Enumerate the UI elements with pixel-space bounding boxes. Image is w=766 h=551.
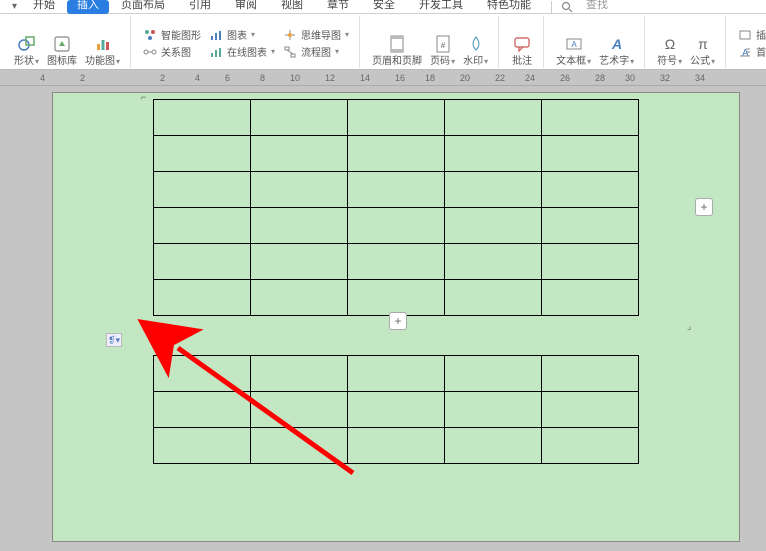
ribbon-group-charts: 智能图形 关系图 图表 在线图表 思维导图 流程图 [133, 16, 360, 68]
textbox-button[interactable]: A 文本框 [552, 18, 595, 68]
comment-label: 批注 [512, 56, 532, 68]
svg-text:A: A [742, 48, 749, 59]
tab-dev-tools[interactable]: 开发工具 [407, 0, 475, 14]
tab-insert[interactable]: 插入 [67, 0, 109, 14]
svg-text:π: π [698, 36, 708, 52]
shapes-button[interactable]: 形状 [10, 18, 43, 68]
flowchart-button[interactable]: 流程图 [283, 44, 349, 59]
insert-attachment-button[interactable]: 插入附件 [738, 27, 766, 42]
relation-icon [143, 45, 157, 59]
tab-special[interactable]: 特色功能 [475, 0, 543, 14]
separator [551, 1, 552, 13]
horizontal-ruler[interactable]: 4 2 2 4 6 8 10 12 14 16 18 20 22 24 26 2… [0, 70, 766, 86]
relation-chart-button[interactable]: 关系图 [143, 44, 201, 59]
ribbon-group-symbols: Ω 符号 π 公式 [647, 16, 726, 68]
table-row [154, 392, 639, 428]
tab-references[interactable]: 引用 [177, 0, 223, 14]
wordart-label: 艺术字 [599, 56, 634, 68]
tab-view[interactable]: 视图 [269, 0, 315, 14]
symbol-label: 符号 [657, 56, 682, 68]
table-row [154, 172, 639, 208]
svg-text:#: # [440, 41, 445, 50]
ribbon-group-attach: 插入附件 A首字下 [728, 16, 766, 68]
equation-icon: π [693, 34, 713, 54]
icon-library-icon [52, 34, 72, 54]
smart-art-button[interactable]: 智能图形 [143, 27, 201, 42]
textbox-icon: A [564, 34, 584, 54]
shapes-label: 形状 [14, 56, 39, 68]
attachment-icon [738, 28, 752, 42]
comment-button[interactable]: 批注 [507, 18, 537, 68]
ribbon-group-shapes: 形状 图标库 功能图 [4, 16, 131, 68]
equation-button[interactable]: π 公式 [686, 18, 719, 68]
document-area: ⌐ ⌟ ❡▾ [0, 86, 766, 551]
page-number-button[interactable]: # 页码 [426, 18, 459, 68]
table-1[interactable] [153, 99, 639, 316]
table-row [154, 136, 639, 172]
dropcap-button[interactable]: A首字下 [738, 44, 766, 59]
flowchart-icon [283, 45, 297, 59]
paragraph-options-button[interactable]: ❡▾ [106, 333, 122, 347]
svg-text:A: A [611, 36, 622, 52]
ribbon-insert: 形状 图标库 功能图 智能图形 关系图 图表 在线图表 思维导图 流程图 页眉和… [0, 14, 766, 70]
symbol-button[interactable]: Ω 符号 [653, 18, 686, 68]
corner-marker-tl: ⌐ [141, 92, 153, 104]
corner-marker-br: ⌟ [687, 321, 699, 333]
table-row [154, 244, 639, 280]
textbox-label: 文本框 [556, 56, 591, 68]
svg-text:A: A [571, 40, 577, 49]
online-chart-icon [209, 45, 223, 59]
watermark-button[interactable]: 水印 [459, 18, 492, 68]
menu-bar: ▾ 开始 插入 页面布局 引用 审阅 视图 章节 安全 开发工具 特色功能 查找 [0, 0, 766, 14]
tab-start[interactable]: 开始 [21, 0, 67, 14]
function-chart-icon [93, 34, 113, 54]
tab-sections[interactable]: 章节 [315, 0, 361, 14]
table-row [154, 356, 639, 392]
text-cursor [157, 329, 158, 345]
file-menu-dropdown[interactable]: ▾ [8, 1, 21, 12]
watermark-label: 水印 [463, 56, 488, 68]
tab-review[interactable]: 审阅 [223, 0, 269, 14]
header-footer-label: 页眉和页脚 [372, 56, 422, 68]
smart-art-icon [143, 28, 157, 42]
table-row [154, 428, 639, 464]
chart-button[interactable]: 图表 [209, 27, 275, 42]
watermark-icon [466, 34, 486, 54]
ribbon-group-header: 页眉和页脚 # 页码 水印 [362, 16, 499, 68]
table-add-row-handle[interactable]: + [389, 312, 407, 330]
tab-security[interactable]: 安全 [361, 0, 407, 14]
vertical-ruler[interactable] [0, 86, 16, 551]
function-chart-button[interactable]: 功能图 [81, 18, 124, 68]
mindmap-icon [283, 28, 297, 42]
chart-icon [209, 28, 223, 42]
search-input[interactable]: 查找 [574, 0, 620, 14]
table-row [154, 280, 639, 316]
table-row [154, 100, 639, 136]
mindmap-button[interactable]: 思维导图 [283, 27, 349, 42]
online-chart-button[interactable]: 在线图表 [209, 44, 275, 59]
header-footer-button[interactable]: 页眉和页脚 [368, 18, 426, 68]
svg-text:Ω: Ω [664, 36, 674, 52]
tab-page-layout[interactable]: 页面布局 [109, 0, 177, 14]
icon-library-button[interactable]: 图标库 [43, 18, 81, 68]
search-icon[interactable] [560, 0, 574, 14]
table-2[interactable] [153, 355, 639, 464]
ribbon-group-text: A 文本框 A 艺术字 [546, 16, 645, 68]
table-row [154, 208, 639, 244]
wordart-icon: A [607, 34, 627, 54]
wordart-button[interactable]: A 艺术字 [595, 18, 638, 68]
comment-icon [512, 34, 532, 54]
page-number-icon: # [433, 34, 453, 54]
shapes-icon [17, 34, 37, 54]
symbol-icon: Ω [660, 34, 680, 54]
icon-library-label: 图标库 [47, 56, 77, 68]
table-add-column-handle[interactable]: + [695, 198, 713, 216]
equation-label: 公式 [690, 56, 715, 68]
function-chart-label: 功能图 [85, 56, 120, 68]
page-number-label: 页码 [430, 56, 455, 68]
header-footer-icon [387, 34, 407, 54]
ribbon-group-comment: 批注 [501, 16, 544, 68]
dropcap-icon: A [738, 45, 752, 59]
